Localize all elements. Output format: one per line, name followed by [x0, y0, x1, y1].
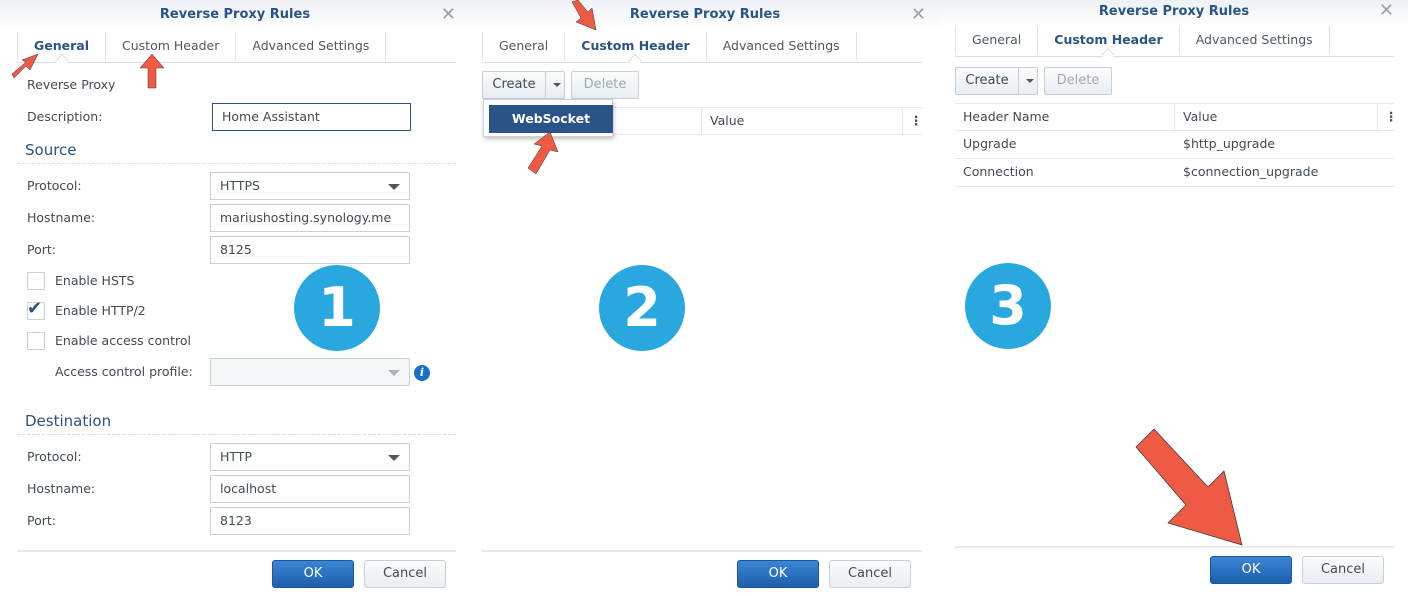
- tab-bar: General Custom Header Advanced Settings: [955, 24, 1394, 57]
- source-hostname-label: Hostname:: [27, 210, 96, 225]
- close-icon[interactable]: ✕: [441, 4, 456, 25]
- enable-http2-label: Enable HTTP/2: [55, 303, 146, 318]
- annotation-arrow-icon: [139, 53, 165, 89]
- create-dropdown-button[interactable]: [1018, 67, 1038, 95]
- create-button[interactable]: Create: [955, 67, 1019, 95]
- tab-advanced-settings[interactable]: Advanced Settings: [707, 32, 857, 60]
- ok-button[interactable]: OK: [737, 560, 819, 588]
- header-value-cell: $http_upgrade: [1183, 136, 1276, 151]
- close-icon[interactable]: ✕: [911, 4, 926, 25]
- annotation-arrow-icon: [11, 53, 39, 79]
- tab-advanced-settings[interactable]: Advanced Settings: [236, 32, 387, 60]
- cancel-button[interactable]: Cancel: [364, 560, 446, 588]
- divider: [17, 163, 456, 164]
- destination-heading: Destination: [25, 412, 112, 430]
- divider: [17, 434, 456, 435]
- title-bar: Reverse Proxy Rules ✕: [940, 0, 1408, 26]
- dialog-title: Reverse Proxy Rules: [629, 7, 781, 22]
- delete-button[interactable]: Delete: [571, 71, 639, 99]
- enable-access-control-checkbox[interactable]: [27, 332, 45, 350]
- source-heading: Source: [25, 141, 77, 159]
- source-protocol-label: Protocol:: [27, 178, 82, 193]
- destination-protocol-select[interactable]: HTTP: [210, 443, 410, 471]
- access-profile-select[interactable]: [210, 358, 410, 386]
- step-badge: 3: [965, 263, 1051, 349]
- tab-advanced-settings[interactable]: Advanced Settings: [1180, 26, 1330, 54]
- header-value-cell: $connection_upgrade: [1183, 164, 1319, 179]
- cancel-button[interactable]: Cancel: [1302, 556, 1384, 584]
- tab-general[interactable]: General: [955, 26, 1039, 54]
- footer-divider: [482, 550, 922, 552]
- source-port-label: Port:: [27, 242, 56, 257]
- cancel-button[interactable]: Cancel: [829, 560, 911, 588]
- dialog-general: Reverse Proxy Rules ✕ General Custom Hea…: [0, 0, 470, 596]
- close-icon[interactable]: ✕: [1379, 0, 1394, 21]
- grid-header: Header Name Value ⋮: [955, 103, 1398, 131]
- column-menu-icon[interactable]: ⋮: [1377, 104, 1398, 130]
- create-dropdown-button[interactable]: [545, 71, 565, 99]
- tab-bar: General Custom Header Advanced Settings: [17, 30, 456, 63]
- tab-bar: General Custom Header Advanced Settings: [482, 30, 922, 63]
- destination-hostname-input[interactable]: localhost: [210, 475, 410, 503]
- enable-http2-checkbox[interactable]: ✔: [27, 298, 45, 320]
- table-row[interactable]: Connection $connection_upgrade: [955, 159, 1394, 187]
- header-name-cell: Upgrade: [963, 136, 1017, 151]
- ok-button[interactable]: OK: [1210, 556, 1292, 584]
- tab-custom-header[interactable]: Custom Header: [106, 32, 237, 60]
- ok-button[interactable]: OK: [272, 560, 354, 588]
- destination-port-label: Port:: [27, 513, 56, 528]
- annotation-arrow-icon: [571, 0, 597, 31]
- access-profile-label: Access control profile:: [55, 364, 193, 379]
- delete-button[interactable]: Delete: [1044, 67, 1112, 95]
- dialog-custom-header-menu: Reverse Proxy Rules ✕ General Custom Hea…: [470, 0, 940, 596]
- column-menu-icon[interactable]: ⋮: [902, 108, 923, 134]
- tab-general[interactable]: General: [482, 32, 566, 60]
- dialog-title: Reverse Proxy Rules: [159, 7, 311, 22]
- enable-access-control-label: Enable access control: [55, 333, 191, 348]
- column-value[interactable]: Value: [1175, 104, 1217, 130]
- info-icon[interactable]: i: [414, 365, 430, 381]
- annotation-arrow-icon: [1135, 428, 1243, 546]
- caret-down-icon: [553, 83, 561, 87]
- description-label: Description:: [27, 109, 103, 124]
- enable-hsts-label: Enable HSTS: [55, 273, 135, 288]
- tab-custom-header[interactable]: Custom Header: [1038, 26, 1180, 54]
- source-protocol-select[interactable]: HTTPS: [210, 172, 410, 200]
- destination-port-input[interactable]: 8123: [210, 507, 410, 535]
- source-hostname-input[interactable]: mariushosting.synology.me: [210, 204, 410, 232]
- description-input[interactable]: Home Assistant: [212, 103, 411, 131]
- source-port-input[interactable]: 8125: [210, 236, 410, 264]
- tab-custom-header[interactable]: Custom Header: [565, 32, 707, 60]
- dialog-title: Reverse Proxy Rules: [1098, 4, 1250, 19]
- destination-protocol-label: Protocol:: [27, 449, 82, 464]
- column-value[interactable]: Value: [702, 108, 744, 134]
- destination-hostname-label: Hostname:: [27, 481, 96, 496]
- dialog-custom-header-result: Reverse Proxy Rules ✕ General Custom Hea…: [940, 0, 1408, 596]
- annotation-arrow-icon: [527, 131, 559, 175]
- header-name-cell: Connection: [963, 164, 1034, 179]
- table-row[interactable]: Upgrade $http_upgrade: [955, 131, 1394, 159]
- caret-down-icon: [1026, 79, 1034, 83]
- step-badge: 2: [599, 265, 685, 351]
- checkmark-icon: ✔: [27, 298, 43, 319]
- step-badge: 1: [294, 265, 380, 351]
- create-button[interactable]: Create: [482, 71, 546, 99]
- title-bar: Reverse Proxy Rules ✕: [470, 0, 940, 30]
- column-header-name[interactable]: Header Name: [955, 104, 1049, 130]
- footer-divider: [17, 550, 456, 552]
- menu-item-websocket[interactable]: WebSocket: [489, 105, 613, 133]
- title-bar: Reverse Proxy Rules ✕: [0, 0, 470, 30]
- enable-hsts-checkbox[interactable]: [27, 272, 45, 290]
